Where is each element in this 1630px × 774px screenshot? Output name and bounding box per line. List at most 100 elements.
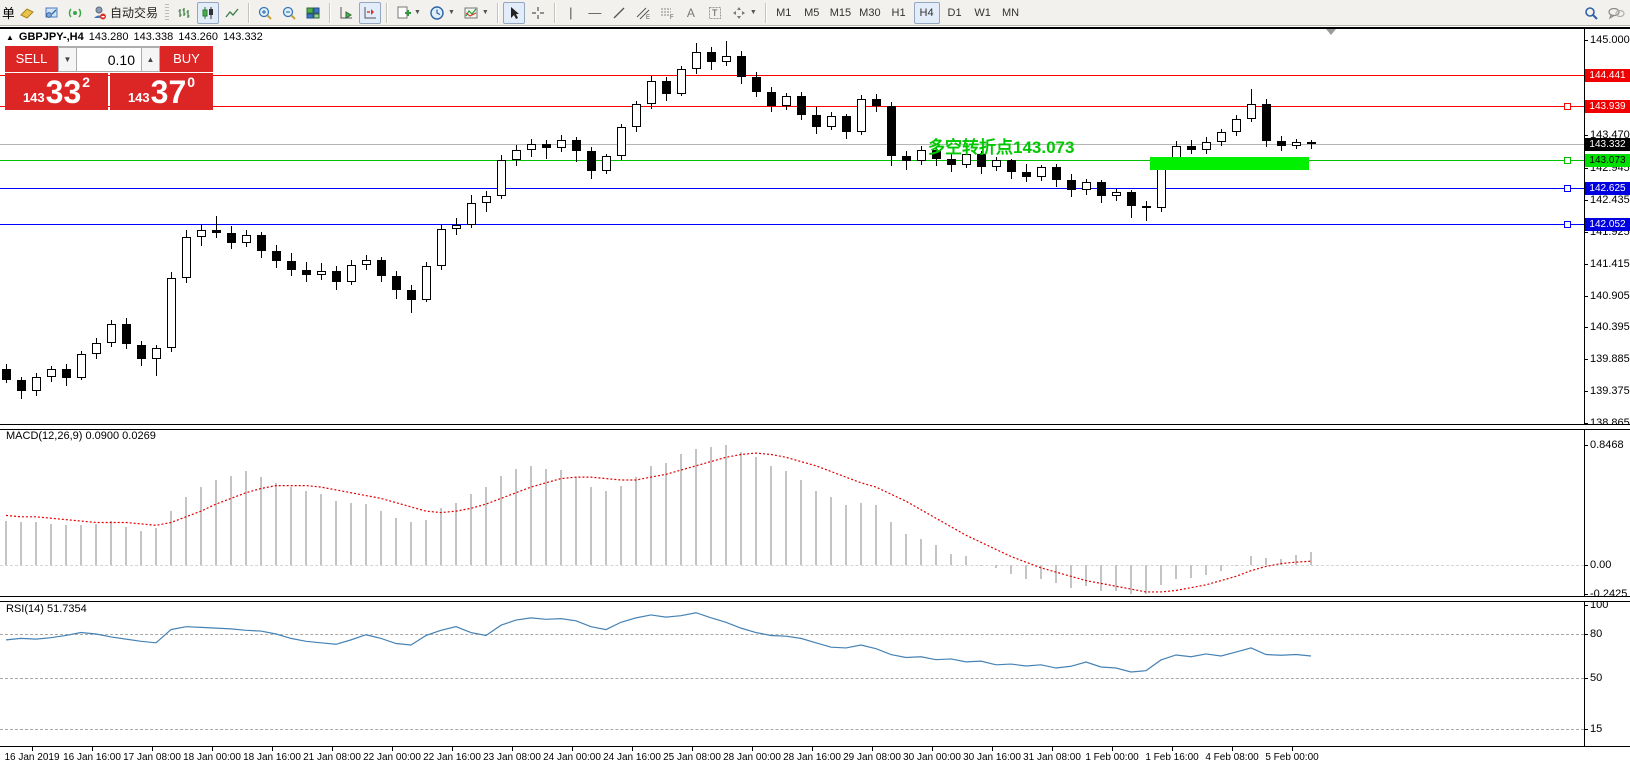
pivot-annotation-text[interactable]: 多空转折点143.073: [928, 133, 1074, 158]
text-button[interactable]: A: [680, 2, 702, 24]
horizontal-line-button[interactable]: —: [584, 2, 606, 24]
trendline-button[interactable]: [608, 2, 630, 24]
time-label: 17 Jan 08:00: [123, 752, 181, 763]
level-marker-142.052[interactable]: [1564, 221, 1571, 228]
time-tick: [32, 747, 33, 751]
price-tick-dash: [1584, 168, 1588, 169]
vertical-line-button[interactable]: |: [560, 2, 582, 24]
signal-button[interactable]: [64, 2, 86, 24]
timeframe-m1[interactable]: M1: [771, 2, 797, 24]
timeframe-mn[interactable]: MN: [998, 2, 1024, 24]
trendline-icon: [611, 5, 627, 21]
chart-shift-button[interactable]: [359, 2, 381, 24]
new-order-button[interactable]: [16, 2, 38, 24]
timeframe-h4[interactable]: H4: [914, 2, 940, 24]
crosshair-button[interactable]: [527, 2, 549, 24]
zoom-out-button[interactable]: [278, 2, 300, 24]
tile-windows-button[interactable]: [302, 2, 324, 24]
zoom-out-icon: [281, 5, 297, 21]
timeframe-m5[interactable]: M5: [799, 2, 825, 24]
candle: [362, 260, 371, 264]
timeframe-m30[interactable]: M30: [856, 2, 883, 24]
candle: [1217, 132, 1226, 142]
volume-increase-button[interactable]: ▲: [141, 47, 160, 72]
timeframe-d1[interactable]: D1: [942, 2, 968, 24]
candle: [137, 345, 146, 360]
price-level-line-142.625[interactable]: [0, 188, 1584, 189]
highlight-rectangle[interactable]: [1150, 157, 1309, 169]
market-watch-icon: [43, 5, 59, 21]
buy-button[interactable]: BUY: [160, 46, 213, 72]
profiles-dropdown[interactable]: ▼: [426, 2, 458, 24]
collapse-panel-icon[interactable]: ▲: [6, 33, 14, 42]
macd-tick-dash: [1584, 594, 1588, 595]
level-marker-142.625[interactable]: [1564, 185, 1571, 192]
toolbar-separator: [497, 3, 498, 23]
arrows-dropdown[interactable]: ▼: [728, 2, 760, 24]
line-chart-button[interactable]: [221, 2, 243, 24]
level-marker-143.073[interactable]: [1564, 157, 1571, 164]
bar-chart-button[interactable]: [173, 2, 195, 24]
price-level-line-143.332[interactable]: [0, 144, 1584, 145]
rsi-pane-splitter[interactable]: [0, 596, 1630, 602]
macd-pane-splitter[interactable]: [0, 424, 1630, 430]
timeframe-m15[interactable]: M15: [827, 2, 854, 24]
toolbar: 单 自动交易: [0, 0, 1630, 26]
time-label: 18 Jan 16:00: [243, 752, 301, 763]
buy-price-box[interactable]: 143 37 0: [110, 73, 213, 110]
rsi-line: [0, 601, 1584, 746]
candle-wick: [216, 216, 217, 238]
price-tick-dash: [1584, 327, 1588, 328]
chevron-down-icon: ▼: [414, 9, 421, 16]
candle: [287, 261, 296, 270]
one-click-trading-panel: SELL ▼ 0.10 ▲ BUY 143 33 2 143 37 0: [5, 46, 213, 110]
candle: [467, 203, 476, 224]
chart-shift-marker[interactable]: [1326, 29, 1336, 35]
price-level-line-143.073[interactable]: [0, 160, 1584, 161]
candle: [1022, 172, 1031, 178]
order-book-icon: [19, 5, 35, 21]
horizontal-line-icon: —: [588, 5, 601, 20]
fibonacci-button[interactable]: F: [656, 2, 678, 24]
indicators-dropdown[interactable]: ▼: [460, 2, 492, 24]
sell-price-box[interactable]: 143 33 2: [5, 73, 108, 110]
price-level-line-142.052[interactable]: [0, 224, 1584, 225]
text-label-button[interactable]: T: [704, 2, 726, 24]
cursor-button[interactable]: [503, 2, 525, 24]
timeframe-h1[interactable]: H1: [886, 2, 912, 24]
auto-trading-button[interactable]: 自动交易: [88, 2, 161, 24]
candle: [407, 290, 416, 300]
candle: [1292, 142, 1301, 146]
chat-button[interactable]: [1604, 2, 1628, 24]
level-marker-143.939[interactable]: [1564, 103, 1571, 110]
price-level-line-144.441[interactable]: [0, 75, 1584, 76]
time-label: 29 Jan 08:00: [843, 752, 901, 763]
search-button[interactable]: [1580, 2, 1602, 24]
toolbar-grip[interactable]: [165, 4, 169, 22]
candle: [707, 52, 716, 62]
volume-decrease-button[interactable]: ▼: [58, 47, 77, 72]
candle: [62, 369, 71, 378]
market-watch-button[interactable]: [40, 2, 62, 24]
time-tick: [1172, 747, 1173, 751]
price-level-line-143.939[interactable]: [0, 106, 1584, 107]
auto-scroll-icon: [338, 5, 354, 21]
cursor-icon: [506, 5, 522, 21]
candlestick-chart-button[interactable]: [197, 2, 219, 24]
new-order-label[interactable]: 单: [2, 3, 14, 22]
auto-scroll-button[interactable]: [335, 2, 357, 24]
timeframe-w1[interactable]: W1: [970, 2, 996, 24]
candle: [857, 99, 866, 133]
channel-button[interactable]: E: [632, 2, 654, 24]
sell-button[interactable]: SELL: [5, 46, 58, 72]
time-tick: [1112, 747, 1113, 751]
new-chart-dropdown[interactable]: ▼: [392, 2, 424, 24]
candle: [722, 56, 731, 62]
timeframe-toolbar: M1M5M15M30H1H4D1W1MN: [771, 2, 1024, 24]
macd-signal-line: [0, 429, 1584, 597]
zoom-in-button[interactable]: [254, 2, 276, 24]
time-label: 25 Jan 08:00: [663, 752, 721, 763]
candle: [482, 196, 491, 203]
volume-input[interactable]: 0.10: [77, 47, 141, 72]
time-tick: [1292, 747, 1293, 751]
